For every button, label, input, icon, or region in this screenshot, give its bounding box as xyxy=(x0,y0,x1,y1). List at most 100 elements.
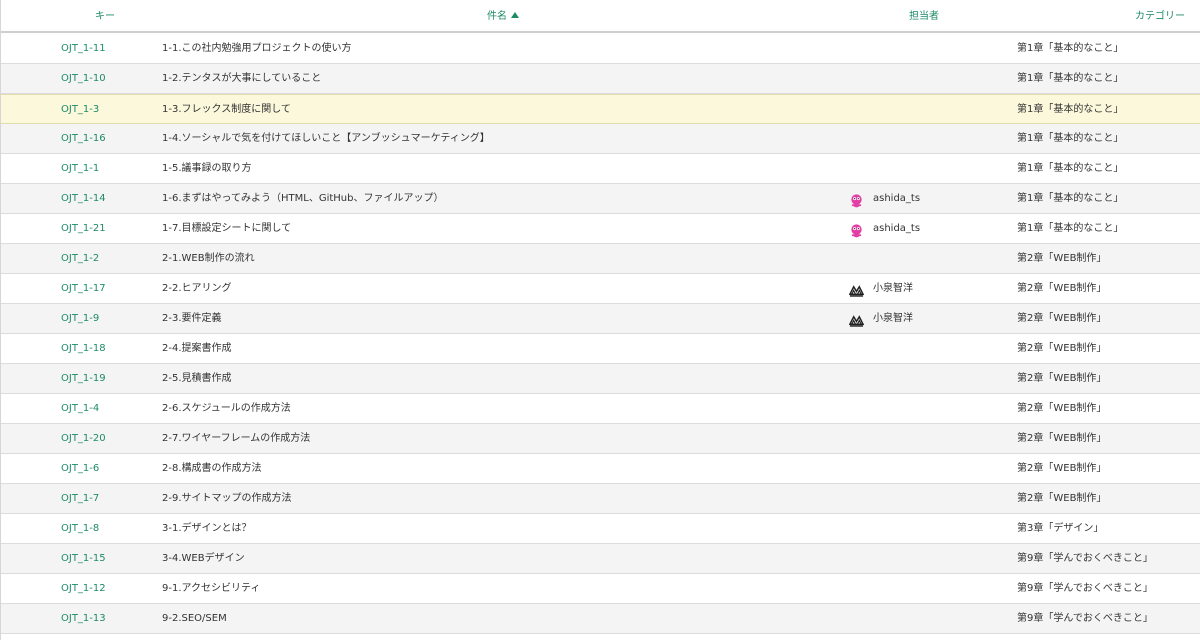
issue-category: 第2章「WEB制作」 xyxy=(1017,403,1107,414)
table-row[interactable]: OJT_1-1 1-5.議事録の取り方 第1章「基本的なこと」 xyxy=(1,154,1200,184)
issue-key-link[interactable]: OJT_1-10 xyxy=(61,64,141,93)
issue-summary[interactable]: 3-4.WEBデザイン xyxy=(162,544,822,573)
issue-summary[interactable]: 2-9.サイトマップの作成方法 xyxy=(162,484,822,513)
table-row[interactable]: OJT_1-17 2-2.ヒアリング 小泉智洋 第2章「WEB制作」 xyxy=(1,274,1200,304)
issue-summary[interactable]: 2-4.提案書作成 xyxy=(162,334,822,363)
table-row[interactable]: OJT_1-9 2-3.要件定義 小泉智洋 第2章「WEB制作」 xyxy=(1,304,1200,334)
issue-key-link[interactable]: OJT_1-6 xyxy=(61,454,141,483)
issue-key-link[interactable]: OJT_1-2 xyxy=(61,244,141,273)
issue-key-link[interactable]: OJT_1-21 xyxy=(61,214,141,243)
table-row[interactable]: OJT_1-21 1-7.目標設定シートに関して ashida_ts 第1章「基本的な… xyxy=(1,214,1200,244)
issue-assignee xyxy=(849,394,989,423)
issue-assignee xyxy=(849,124,989,153)
sort-ascending-icon xyxy=(511,12,519,18)
issue-summary[interactable]: 3-1.デザインとは？ xyxy=(162,514,822,543)
issue-summary[interactable]: 1-3.フレックス制度に関して xyxy=(162,95,822,124)
table-row[interactable]: OJT_1-8 3-1.デザインとは？ 第3章「デザイン」 xyxy=(1,514,1200,544)
table-row[interactable]: OJT_1-11 1-1.この社内勉強用プロジェクトの使い方 第1章「基本的なこと」 xyxy=(1,34,1200,64)
issue-assignee xyxy=(849,244,989,273)
issue-summary[interactable]: 2-2.ヒアリング xyxy=(162,274,822,303)
issue-key-link[interactable]: OJT_1-17 xyxy=(61,274,141,303)
issue-summary[interactable]: 2-6.スケジュールの作成方法 xyxy=(162,394,822,423)
table-row[interactable]: OJT_1-18 2-4.提案書作成 第2章「WEB制作」 xyxy=(1,334,1200,364)
issue-category: 第9章「学んでおくべきこと」 xyxy=(1017,613,1153,624)
issue-key-link[interactable]: OJT_1-8 xyxy=(61,514,141,543)
issue-key-link[interactable]: OJT_1-20 xyxy=(61,424,141,453)
issue-key-link[interactable]: OJT_1-11 xyxy=(61,34,141,63)
issue-key-link[interactable]: OJT_1-4 xyxy=(61,394,141,423)
issue-summary[interactable]: 2-5.見積書作成 xyxy=(162,364,822,393)
issue-key-link[interactable]: OJT_1-7 xyxy=(61,484,141,513)
column-header-summary-label: 件名 xyxy=(487,11,507,22)
assignee-name: 小泉智洋 xyxy=(873,283,913,294)
issue-summary[interactable]: 1-7.目標設定シートに関して xyxy=(162,214,822,243)
issue-category: 第2章「WEB制作」 xyxy=(1017,343,1107,354)
table-row[interactable]: OJT_1-2 2-1.WEB制作の流れ 第2章「WEB制作」 xyxy=(1,244,1200,274)
issue-summary[interactable]: 1-4.ソーシャルで気を付けてほしいこと【アンブッシュマーケティング】 xyxy=(162,124,822,153)
issue-table: キー 件名 担当者 カテゴリー OJT_1-11 1-1.この社内勉強用プロジェク… xyxy=(0,0,1200,640)
issue-category: 第1章「基本的なこと」 xyxy=(1017,193,1124,204)
table-header: キー 件名 担当者 カテゴリー xyxy=(1,0,1200,33)
avatar-mountain-logo-icon xyxy=(849,311,865,327)
table-row[interactable]: OJT_1-15 3-4.WEBデザイン 第9章「学んでおくべきこと」 xyxy=(1,544,1200,574)
issue-key-link[interactable]: OJT_1-13 xyxy=(61,604,141,633)
table-row[interactable]: OJT_1-20 2-7.ワイヤーフレームの作成方法 第2章「WEB制作」 xyxy=(1,424,1200,454)
issue-key-link[interactable]: OJT_1-18 xyxy=(61,334,141,363)
issue-key-link[interactable]: OJT_1-14 xyxy=(61,184,141,213)
table-row[interactable]: OJT_1-12 9-1.アクセシビリティ 第9章「学んでおくべきこと」 xyxy=(1,574,1200,604)
column-header-key[interactable]: キー xyxy=(95,0,115,33)
avatar-mountain-logo-icon xyxy=(849,281,865,297)
issue-key-link[interactable]: OJT_1-15 xyxy=(61,544,141,573)
issue-summary[interactable]: 9-1.アクセシビリティ xyxy=(162,574,822,603)
column-header-category[interactable]: カテゴリー xyxy=(1135,0,1185,33)
issue-category: 第2章「WEB制作」 xyxy=(1017,373,1107,384)
table-row[interactable]: OJT_1-14 1-6.まずはやってみよう（HTML、GitHub、ファイルアッ… xyxy=(1,184,1200,214)
issue-summary[interactable]: 2-8.構成書の作成方法 xyxy=(162,454,822,483)
issue-assignee xyxy=(849,424,989,453)
issue-category: 第1章「基本的なこと」 xyxy=(1017,104,1124,115)
issue-assignee: 小泉智洋 xyxy=(849,304,989,333)
table-row[interactable]: OJT_1-3 1-3.フレックス制度に関して 第1章「基本的なこと」 xyxy=(1,94,1200,124)
issue-summary[interactable]: 1-1.この社内勉強用プロジェクトの使い方 xyxy=(162,34,822,63)
column-header-assignee[interactable]: 担当者 xyxy=(909,0,939,33)
issue-summary[interactable]: 1-6.まずはやってみよう（HTML、GitHub、ファイルアップ） xyxy=(162,184,822,213)
issue-category: 第1章「基本的なこと」 xyxy=(1017,223,1124,234)
issue-summary[interactable]: 1-2.テンタスが大事にしていること xyxy=(162,64,822,93)
table-row[interactable]: OJT_1-7 2-9.サイトマップの作成方法 第2章「WEB制作」 xyxy=(1,484,1200,514)
issue-category: 第1章「基本的なこと」 xyxy=(1017,133,1124,144)
table-row[interactable]: OJT_1-13 9-2.SEO/SEM 第9章「学んでおくべきこと」 xyxy=(1,604,1200,634)
table-row[interactable]: OJT_1-6 2-8.構成書の作成方法 第2章「WEB制作」 xyxy=(1,454,1200,484)
issue-category: 第9章「学んでおくべきこと」 xyxy=(1017,583,1153,594)
issue-assignee xyxy=(849,604,989,633)
issue-key-link[interactable]: OJT_1-3 xyxy=(61,95,141,124)
issue-assignee xyxy=(849,34,989,63)
issue-summary[interactable]: 2-7.ワイヤーフレームの作成方法 xyxy=(162,424,822,453)
issue-summary[interactable]: 2-3.要件定義 xyxy=(162,304,822,333)
issue-key-link[interactable]: OJT_1-12 xyxy=(61,574,141,603)
issue-assignee xyxy=(849,64,989,93)
issue-summary[interactable]: 9-2.SEO/SEM xyxy=(162,604,822,633)
issue-key-link[interactable]: OJT_1-19 xyxy=(61,364,141,393)
issue-category: 第2章「WEB制作」 xyxy=(1017,313,1107,324)
assignee-name: ashida_ts xyxy=(873,223,921,234)
issue-key-link[interactable]: OJT_1-16 xyxy=(61,124,141,153)
column-header-category-label: カテゴリー xyxy=(1135,11,1185,22)
issue-summary[interactable]: 2-1.WEB制作の流れ xyxy=(162,244,822,273)
issue-key-link[interactable]: OJT_1-1 xyxy=(61,154,141,183)
issue-category: 第2章「WEB制作」 xyxy=(1017,463,1107,474)
issue-assignee: 小泉智洋 xyxy=(849,274,989,303)
issue-category: 第1章「基本的なこと」 xyxy=(1017,73,1124,84)
issue-key-link[interactable]: OJT_1-9 xyxy=(61,304,141,333)
table-row[interactable]: OJT_1-16 1-4.ソーシャルで気を付けてほしいこと【アンブッシュマーケティ… xyxy=(1,124,1200,154)
issue-summary[interactable]: 1-5.議事録の取り方 xyxy=(162,154,822,183)
column-header-summary[interactable]: 件名 xyxy=(487,0,519,33)
issue-assignee xyxy=(849,544,989,573)
table-row[interactable]: OJT_1-4 2-6.スケジュールの作成方法 第2章「WEB制作」 xyxy=(1,394,1200,424)
issue-category: 第2章「WEB制作」 xyxy=(1017,433,1107,444)
table-row[interactable]: OJT_1-19 2-5.見積書作成 第2章「WEB制作」 xyxy=(1,364,1200,394)
issue-category: 第2章「WEB制作」 xyxy=(1017,253,1107,264)
issue-category: 第2章「WEB制作」 xyxy=(1017,283,1107,294)
issue-assignee xyxy=(849,454,989,483)
table-row[interactable]: OJT_1-10 1-2.テンタスが大事にしていること 第1章「基本的なこと」 xyxy=(1,64,1200,94)
assignee-name: 小泉智洋 xyxy=(873,313,913,324)
